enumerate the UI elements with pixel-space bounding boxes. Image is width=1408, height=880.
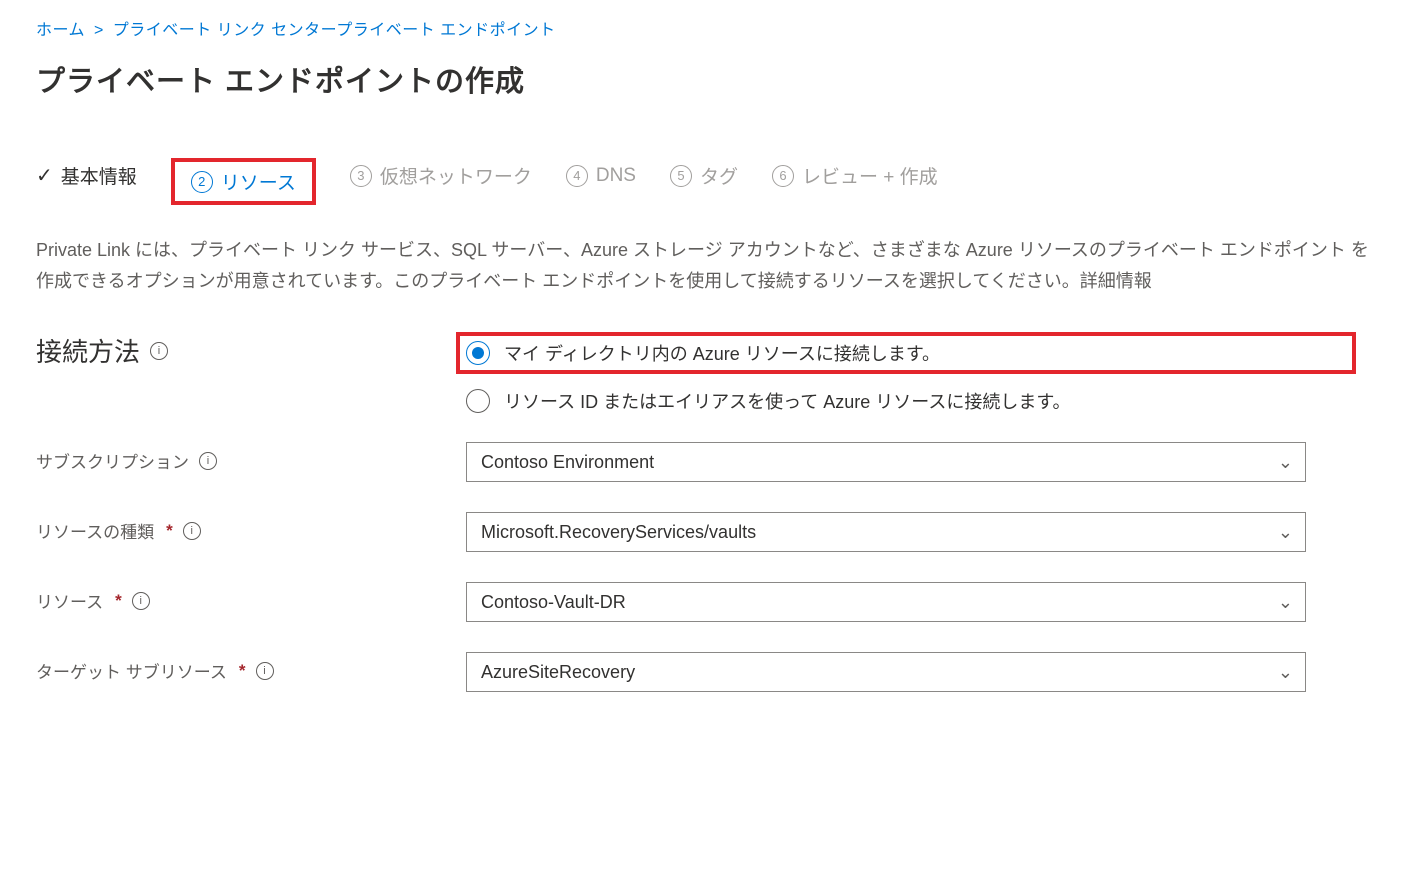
tab-tags-label: タグ (700, 162, 738, 189)
target-subresource-label-text: ターゲット サブリソース (36, 658, 227, 683)
info-icon[interactable]: i (199, 452, 217, 470)
label-connection-method: 接続方法 i (36, 332, 466, 369)
tab-tags[interactable]: 5 タグ (670, 158, 738, 199)
resource-type-label-text: リソースの種類 (36, 518, 154, 543)
row-resource-type: リソースの種類 * i Microsoft.RecoveryServices/v… (36, 512, 1356, 552)
info-icon[interactable]: i (150, 342, 168, 360)
tab-resource-label: リソース (221, 168, 296, 195)
row-resource: リソース * i Contoso-Vault-DR ⌄ (36, 582, 1356, 622)
tab-description: Private Link には、プライベート リンク サービス、SQL サーバー… (36, 235, 1372, 296)
info-icon[interactable]: i (256, 662, 274, 680)
tab-review-create-label: レビュー + 作成 (802, 162, 938, 189)
breadcrumb-home[interactable]: ホーム (36, 22, 85, 39)
tab-review-create[interactable]: 6 レビュー + 作成 (772, 158, 938, 199)
step-number-icon: 5 (670, 165, 692, 187)
required-indicator: * (113, 591, 122, 611)
select-resource[interactable]: Contoso-Vault-DR ⌄ (466, 582, 1306, 622)
breadcrumb: ホーム > プライベート リンク センタープライベート エンドポイント (36, 16, 1372, 40)
select-subscription-value: Contoso Environment (481, 452, 654, 473)
select-target-subresource-value: AzureSiteRecovery (481, 662, 635, 683)
tab-virtual-network-label: 仮想ネットワーク (380, 162, 532, 189)
step-number-icon: 4 (566, 165, 588, 187)
tab-virtual-network[interactable]: 3 仮想ネットワーク (350, 158, 532, 199)
select-resource-value: Contoso-Vault-DR (481, 592, 626, 613)
step-number-icon: 6 (772, 165, 794, 187)
tab-basics[interactable]: ✓ 基本情報 (36, 158, 137, 199)
connection-method-input: マイ ディレクトリ内の Azure リソースに接続します。 リソース ID また… (466, 332, 1356, 414)
form-area: 接続方法 i マイ ディレクトリ内の Azure リソースに接続します。 リソー… (36, 332, 1356, 692)
row-subscription: サブスクリプション i Contoso Environment ⌄ (36, 442, 1356, 482)
select-target-subresource[interactable]: AzureSiteRecovery ⌄ (466, 652, 1306, 692)
chevron-down-icon: ⌄ (1278, 662, 1293, 683)
select-resource-type-value: Microsoft.RecoveryServices/vaults (481, 522, 756, 543)
required-indicator: * (237, 661, 246, 681)
select-subscription[interactable]: Contoso Environment ⌄ (466, 442, 1306, 482)
info-icon[interactable]: i (132, 592, 150, 610)
radio-connect-in-directory[interactable]: マイ ディレクトリ内の Azure リソースに接続します。 (456, 332, 1356, 374)
radio-icon (466, 341, 490, 365)
resource-label-text: リソース (36, 588, 103, 613)
info-icon[interactable]: i (183, 522, 201, 540)
row-connection-method: 接続方法 i マイ ディレクトリ内の Azure リソースに接続します。 リソー… (36, 332, 1356, 414)
wizard-tabs: ✓ 基本情報 2 リソース 3 仮想ネットワーク 4 DNS 5 タグ 6 レビ… (36, 158, 1372, 199)
tab-resource[interactable]: 2 リソース (171, 158, 316, 205)
subscription-label-text: サブスクリプション (36, 448, 189, 473)
radio-icon (466, 389, 490, 413)
label-resource: リソース * i (36, 582, 466, 613)
connection-method-text: 接続方法 (36, 332, 140, 369)
chevron-down-icon: ⌄ (1278, 522, 1293, 543)
radio-connect-in-directory-label: マイ ディレクトリ内の Azure リソースに接続します。 (504, 340, 940, 366)
tab-dns[interactable]: 4 DNS (566, 161, 636, 197)
check-icon: ✓ (36, 166, 53, 186)
required-indicator: * (164, 521, 173, 541)
radio-connect-by-id-label: リソース ID またはエイリアスを使って Azure リソースに接続します。 (504, 388, 1071, 414)
breadcrumb-link[interactable]: プライベート リンク センタープライベート エンドポイント (113, 22, 556, 39)
tab-basics-label: 基本情報 (61, 162, 137, 189)
radio-group-connection: マイ ディレクトリ内の Azure リソースに接続します。 リソース ID また… (466, 332, 1356, 414)
step-number-icon: 3 (350, 165, 372, 187)
page-title: プライベート エンドポイントの作成 (36, 58, 1372, 100)
row-target-subresource: ターゲット サブリソース * i AzureSiteRecovery ⌄ (36, 652, 1356, 692)
tab-dns-label: DNS (596, 165, 636, 187)
select-resource-type[interactable]: Microsoft.RecoveryServices/vaults ⌄ (466, 512, 1306, 552)
label-resource-type: リソースの種類 * i (36, 512, 466, 543)
chevron-down-icon: ⌄ (1278, 592, 1293, 613)
step-number-icon: 2 (191, 171, 213, 193)
chevron-down-icon: ⌄ (1278, 452, 1293, 473)
breadcrumb-separator: > (90, 22, 108, 39)
label-subscription: サブスクリプション i (36, 442, 466, 473)
radio-connect-by-id[interactable]: リソース ID またはエイリアスを使って Azure リソースに接続します。 (466, 388, 1356, 414)
label-target-subresource: ターゲット サブリソース * i (36, 652, 466, 683)
